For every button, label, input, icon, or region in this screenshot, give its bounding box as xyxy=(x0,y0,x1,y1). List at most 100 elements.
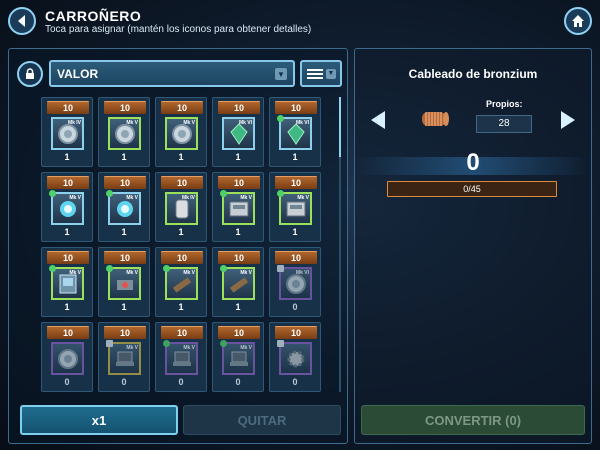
page-title: CARROÑERO xyxy=(45,8,142,24)
lock-icon xyxy=(106,340,113,347)
energy-orb-icon: Mk V xyxy=(49,190,84,225)
mark-level-label: Mk V xyxy=(183,270,195,276)
item-value-badge: 10 xyxy=(275,101,317,114)
item-quantity: 0 xyxy=(292,377,298,387)
item-quantity: 1 xyxy=(292,227,298,237)
salvage-item-card[interactable]: 10 Mk V 0 xyxy=(155,322,207,392)
salvage-item-card[interactable]: 10 0 xyxy=(41,322,93,392)
salvage-item-card[interactable]: 10 Mk VI 1 xyxy=(269,97,321,167)
item-quantity: 1 xyxy=(292,152,298,162)
laptop-device-icon: Mk V xyxy=(220,340,255,375)
item-quantity: 1 xyxy=(178,227,184,237)
sensor-device-icon: Mk V xyxy=(106,265,141,300)
item-quantity: 0 xyxy=(121,377,127,387)
gear-part-icon xyxy=(277,340,312,375)
mark-level-label: Mk V xyxy=(240,270,252,276)
blaster-part-icon: Mk V xyxy=(163,265,198,300)
salvage-item-card[interactable]: 10 Mk V 1 xyxy=(212,172,264,242)
item-quantity: 1 xyxy=(64,302,70,312)
convert-button[interactable]: CONVERTIR (0) xyxy=(361,405,585,435)
item-value-badge: 10 xyxy=(104,326,146,339)
mark-level-label: Mk V xyxy=(126,270,138,276)
filter-button[interactable]: ▼ xyxy=(300,60,342,87)
item-value-badge: 10 xyxy=(218,326,260,339)
home-button[interactable] xyxy=(564,7,592,35)
salvage-item-card[interactable]: 10 Mk V 1 xyxy=(41,247,93,317)
blaster-part-icon: Mk V xyxy=(220,265,255,300)
item-quantity: 0 xyxy=(235,377,241,387)
usable-indicator-icon xyxy=(220,340,227,347)
item-value-badge: 10 xyxy=(275,326,317,339)
salvage-item-card[interactable]: 10 Mk V 0 xyxy=(98,322,150,392)
mark-level-label: Mk VI xyxy=(295,270,309,276)
salvage-item-card[interactable]: 10 Mk V 1 xyxy=(212,247,264,317)
salvage-item-card[interactable]: 10 Mk VI 1 xyxy=(212,97,264,167)
green-crystal-icon: Mk VI xyxy=(277,115,312,150)
usable-indicator-icon xyxy=(49,190,56,197)
item-value-badge: 10 xyxy=(275,176,317,189)
item-quantity: 1 xyxy=(235,302,241,312)
item-value-badge: 10 xyxy=(104,251,146,264)
grid-scrollbar[interactable] xyxy=(339,97,341,392)
item-value-badge: 10 xyxy=(161,326,203,339)
lock-icon xyxy=(277,340,284,347)
sort-dropdown[interactable]: VALOR ▼ xyxy=(49,60,295,87)
mark-level-label: Mk V xyxy=(240,345,252,351)
item-quantity: 1 xyxy=(235,152,241,162)
item-quantity: 1 xyxy=(121,227,127,237)
salvage-item-card[interactable]: 10 Mk V 1 xyxy=(155,97,207,167)
back-button[interactable] xyxy=(8,7,36,35)
filter-list-icon xyxy=(307,67,323,81)
circular-device-icon: Mk VI xyxy=(277,265,312,300)
salvage-item-card[interactable]: 10 Mk V 1 xyxy=(98,172,150,242)
page-subtitle: Toca para asignar (mantén los iconos par… xyxy=(45,24,312,35)
remove-button[interactable]: QUITAR xyxy=(183,405,341,435)
multiplier-button[interactable]: x1 xyxy=(20,405,178,435)
salvage-item-card[interactable]: 10 Mk IV 1 xyxy=(155,172,207,242)
lock-icon xyxy=(277,265,284,272)
circular-device-icon xyxy=(51,342,84,375)
laptop-device-icon: Mk V xyxy=(106,340,141,375)
item-value-badge: 10 xyxy=(47,176,89,189)
salvage-item-card[interactable]: 10 0 xyxy=(269,322,321,392)
salvage-item-card[interactable]: 10 Mk V 1 xyxy=(155,247,207,317)
circular-device-icon: Mk V xyxy=(165,117,198,150)
back-arrow-icon xyxy=(18,15,25,27)
salvage-item-card[interactable]: 10 Mk V 0 xyxy=(212,322,264,392)
item-value-badge: 10 xyxy=(218,101,260,114)
mark-level-label: Mk IV xyxy=(67,120,81,126)
salvage-item-card[interactable]: 10 Mk V 1 xyxy=(98,247,150,317)
usable-indicator-icon xyxy=(220,190,227,197)
salvage-item-card[interactable]: 10 Mk VI 0 xyxy=(269,247,321,317)
item-value-badge: 10 xyxy=(218,176,260,189)
item-quantity: 0 xyxy=(64,377,70,387)
progress-text: 0/45 xyxy=(463,184,481,194)
circular-device-icon: Mk V xyxy=(108,117,141,150)
salvage-item-card[interactable]: 10 Mk IV 1 xyxy=(41,97,93,167)
mark-level-label: Mk IV xyxy=(181,195,195,201)
item-quantity: 1 xyxy=(178,302,184,312)
salvage-item-card[interactable]: 10 Mk V 1 xyxy=(98,97,150,167)
conversion-progress-bar: 0/45 xyxy=(387,181,557,197)
item-value-badge: 10 xyxy=(161,251,203,264)
previous-item-arrow-icon[interactable] xyxy=(371,111,385,129)
item-value-badge: 10 xyxy=(47,251,89,264)
laptop-device-icon: Mk V xyxy=(163,340,198,375)
item-quantity: 1 xyxy=(64,152,70,162)
mark-level-label: Mk V xyxy=(297,195,309,201)
item-value-badge: 10 xyxy=(218,251,260,264)
usable-indicator-icon xyxy=(277,190,284,197)
salvage-item-card[interactable]: 10 Mk V 1 xyxy=(269,172,321,242)
item-value-badge: 10 xyxy=(161,101,203,114)
salvage-item-card[interactable]: 10 Mk V 1 xyxy=(41,172,93,242)
item-quantity: 1 xyxy=(178,152,184,162)
item-quantity: 0 xyxy=(292,302,298,312)
mark-level-label: Mk VI xyxy=(238,120,252,126)
next-item-arrow-icon[interactable] xyxy=(561,111,575,129)
lock-filter-button[interactable] xyxy=(17,61,43,87)
item-quantity: 1 xyxy=(235,227,241,237)
machine-unit-icon: Mk V xyxy=(277,190,312,225)
mark-level-label: Mk VI xyxy=(295,120,309,126)
item-quantity: 1 xyxy=(121,302,127,312)
capsule-device-icon: Mk IV xyxy=(165,192,198,225)
